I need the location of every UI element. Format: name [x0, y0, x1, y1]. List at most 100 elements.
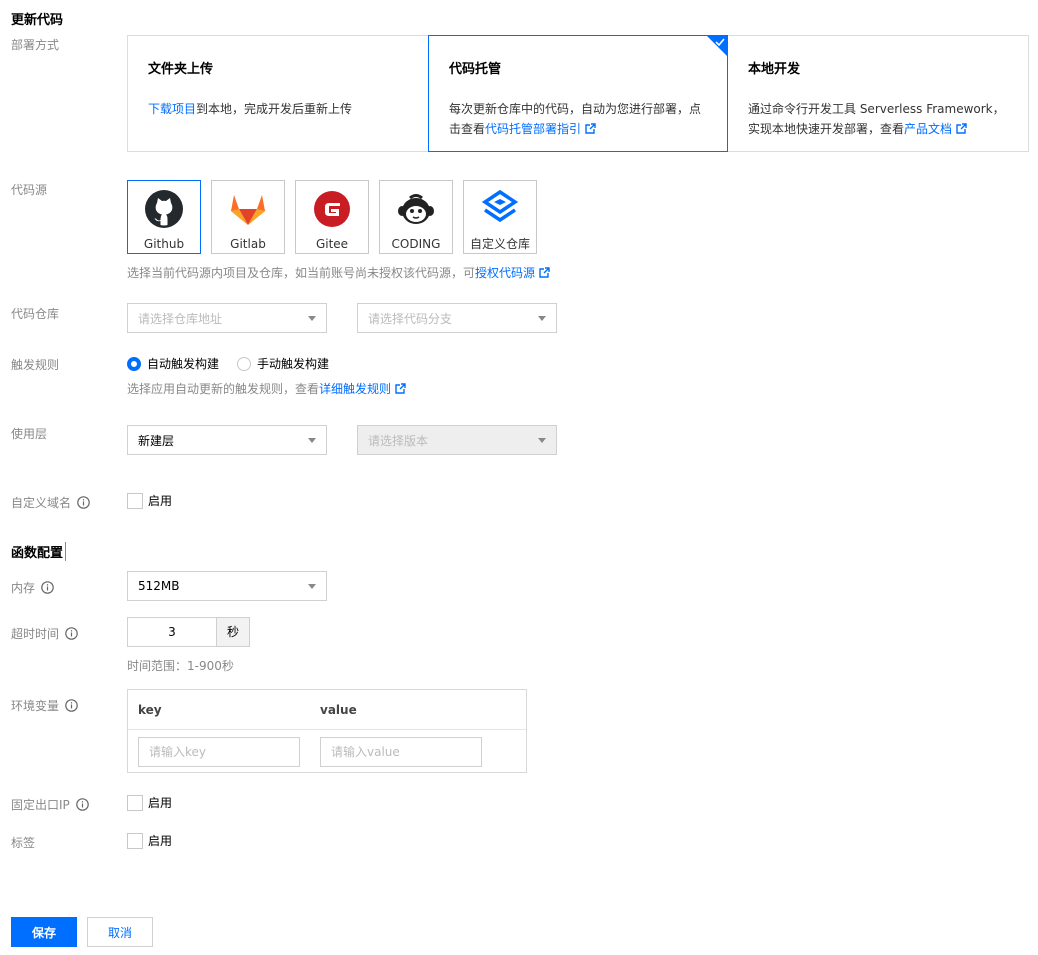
custom-domain-label: 自定义域名 — [11, 494, 90, 511]
trigger-rules-link[interactable]: 详细触发规则 — [319, 382, 391, 396]
layer-version-select: 请选择版本 — [357, 425, 557, 455]
source-hint-text: 选择当前代码源内项目及仓库，如当前账号尚未授权该代码源，可 — [127, 266, 476, 280]
deploy-card-title: 文件夹上传 — [148, 62, 214, 77]
source-tile-name: Gitee — [315, 237, 349, 251]
env-value-input[interactable]: 请输入value — [320, 737, 482, 767]
deploy-card-title: 代码托管 — [449, 62, 502, 77]
gitlab-icon — [231, 195, 265, 225]
info-icon[interactable] — [77, 496, 90, 509]
memory-select[interactable]: 512MB — [127, 571, 327, 601]
repo-label: 代码仓库 — [11, 307, 60, 321]
repo-branch-select[interactable]: 请选择代码分支 — [357, 303, 557, 333]
product-docs-link[interactable]: 产品文档 — [904, 122, 952, 136]
tags-label: 标签 — [11, 836, 36, 850]
coding-icon — [398, 194, 434, 224]
deploy-label: 部署方式 — [11, 38, 60, 52]
env-label-text: 环境变量 — [11, 699, 60, 713]
source-hint: 选择当前代码源内项目及仓库，如当前账号尚未授权该代码源，可授权代码源 — [127, 264, 550, 281]
info-icon[interactable] — [75, 798, 89, 811]
checkmark-icon — [715, 38, 725, 47]
timeout-unit: 秒 — [216, 617, 250, 647]
deploy-card-folder-upload[interactable]: 文件夹上传 下载项目到本地，完成开发后重新上传 — [128, 36, 428, 151]
trigger-manual-radio[interactable]: 手动触发构建 — [237, 355, 329, 372]
timeout-hint: 时间范围：1-900秒 — [127, 659, 234, 673]
external-link-icon — [539, 267, 550, 278]
info-icon[interactable] — [65, 699, 78, 712]
layer-value: 新建层 — [138, 433, 175, 448]
deploy-card-desc-text: 到本地，完成开发后重新上传 — [196, 102, 353, 116]
chevron-down-icon — [308, 437, 316, 443]
external-link-icon — [395, 383, 406, 394]
deploy-card-desc: 下载项目到本地，完成开发后重新上传 — [148, 99, 408, 119]
code-hosting-guide-link[interactable]: 代码托管部署指引 — [485, 122, 581, 136]
env-key-header: key — [138, 703, 162, 717]
repo-address-select[interactable]: 请选择仓库地址 — [127, 303, 327, 333]
radio-label: 自动触发构建 — [147, 357, 220, 371]
custom-domain-label-text: 自定义域名 — [11, 496, 72, 510]
source-tile-gitlab[interactable]: Gitlab — [211, 180, 285, 254]
env-key-input[interactable]: 请输入key — [138, 737, 300, 767]
function-config-title: 函数配置 — [11, 542, 67, 561]
save-button[interactable]: 保存 — [11, 917, 77, 947]
deploy-card-code-hosting[interactable]: 代码托管 每次更新仓库中的代码，自动为您进行部署，点击查看代码托管部署指引 — [428, 35, 728, 152]
trigger-hint-text: 选择应用自动更新的触发规则，查看 — [127, 382, 320, 396]
layer-version-placeholder: 请选择版本 — [368, 433, 429, 448]
chevron-down-icon — [308, 583, 316, 589]
page-title: 更新代码 — [11, 13, 64, 28]
trigger-radio-group: 自动触发构建 手动触发构建 — [127, 355, 329, 372]
radio-indicator — [237, 356, 252, 371]
deploy-card-desc: 通过命令行开发工具 Serverless Framework，实现本地快速开发部… — [748, 99, 1008, 139]
source-tile-name: Github — [143, 237, 185, 251]
trigger-label: 触发规则 — [11, 358, 60, 372]
github-icon — [145, 190, 183, 228]
checkbox-label: 启用 — [148, 834, 173, 848]
fixed-ip-checkbox[interactable]: 启用 — [127, 794, 172, 811]
radio-label: 手动触发构建 — [257, 357, 330, 371]
timeout-label: 超时时间 — [11, 625, 78, 642]
fixed-ip-label-text: 固定出口IP — [11, 798, 70, 812]
layer-select[interactable]: 新建层 — [127, 425, 327, 455]
cancel-button[interactable]: 取消 — [87, 917, 153, 947]
deploy-card-local-dev[interactable]: 本地开发 通过命令行开发工具 Serverless Framework，实现本地… — [728, 36, 1028, 151]
deploy-card-title: 本地开发 — [748, 62, 801, 77]
info-icon[interactable] — [41, 581, 54, 594]
authorize-source-link[interactable]: 授权代码源 — [475, 266, 535, 280]
trigger-hint: 选择应用自动更新的触发规则，查看详细触发规则 — [127, 380, 406, 397]
external-link-icon — [585, 123, 596, 134]
trigger-auto-radio[interactable]: 自动触发构建 — [127, 355, 219, 372]
env-label: 环境变量 — [11, 697, 78, 714]
external-link-icon — [956, 123, 967, 134]
env-table: key value 请输入key 请输入value — [127, 689, 527, 773]
chevron-down-icon — [308, 315, 316, 321]
custom-domain-checkbox[interactable]: 启用 — [127, 492, 172, 509]
fixed-ip-label: 固定出口IP — [11, 796, 89, 813]
custom-repo-icon — [481, 189, 519, 223]
chevron-down-icon — [538, 315, 546, 321]
checkbox-box — [127, 794, 143, 811]
gitee-icon — [314, 191, 350, 227]
download-project-link[interactable]: 下载项目 — [148, 102, 196, 116]
memory-value: 512MB — [138, 579, 180, 593]
timeout-label-text: 超时时间 — [11, 627, 60, 641]
source-tile-github[interactable]: Github — [127, 180, 201, 254]
env-value-header: value — [320, 703, 357, 717]
repo-address-placeholder: 请选择仓库地址 — [138, 311, 223, 326]
timeout-input[interactable]: 3 — [127, 617, 217, 647]
memory-label-text: 内存 — [11, 581, 36, 595]
source-tile-coding[interactable]: CODING — [379, 180, 453, 254]
info-icon[interactable] — [65, 627, 78, 640]
memory-label: 内存 — [11, 579, 54, 596]
source-tile-name: CODING — [391, 237, 441, 251]
source-tile-custom-repo[interactable]: 自定义仓库 — [463, 180, 537, 254]
source-label: 代码源 — [11, 183, 48, 197]
source-tile-name: 自定义仓库 — [469, 237, 530, 251]
radio-indicator — [127, 356, 141, 371]
source-tile-gitee[interactable]: Gitee — [295, 180, 369, 254]
source-tile-name: Gitlab — [230, 237, 266, 251]
checkbox-box — [127, 832, 143, 849]
checkbox-box — [127, 492, 143, 509]
deploy-card-desc: 每次更新仓库中的代码，自动为您进行部署，点击查看代码托管部署指引 — [449, 99, 707, 139]
tags-checkbox[interactable]: 启用 — [127, 832, 172, 849]
deploy-method-group: 文件夹上传 下载项目到本地，完成开发后重新上传 代码托管 每次更新仓库中的代码，… — [127, 35, 1029, 152]
repo-branch-placeholder: 请选择代码分支 — [368, 311, 453, 326]
